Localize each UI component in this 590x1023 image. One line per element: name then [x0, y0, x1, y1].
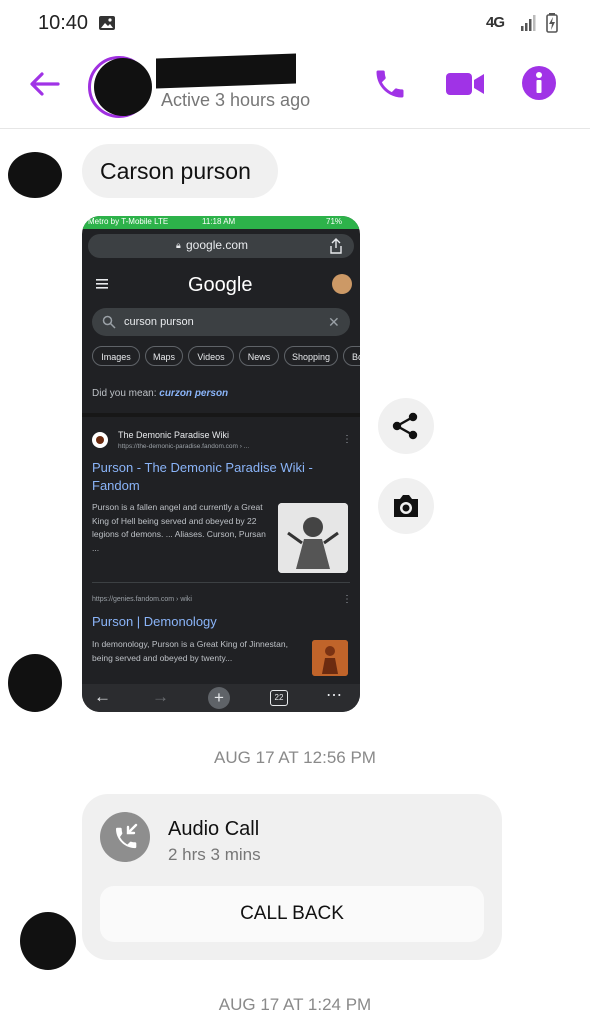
camera-button[interactable] [378, 478, 434, 534]
call-duration: 2 hrs 3 mins [168, 845, 261, 864]
search-query: curson purson [124, 316, 194, 328]
contact-avatar[interactable] [94, 58, 152, 116]
status-time: 10:40 [38, 12, 89, 34]
screenshot-carrier: Metro by T-Mobile LTE [88, 217, 169, 226]
did-you-mean-link: curzon person [159, 388, 229, 399]
new-tab-icon: + [208, 687, 230, 709]
sender-avatar[interactable] [8, 654, 62, 712]
chip-maps: Maps [145, 346, 183, 366]
active-status: Active 3 hours ago [161, 90, 311, 110]
chip-news: News [239, 346, 279, 366]
menu-icon [96, 279, 108, 289]
call-back-button[interactable]: CALL BACK [100, 886, 484, 942]
screenshot-browser-toolbar: ← → + 22 ⋯ [82, 684, 360, 712]
more-icon: ⋮ [342, 594, 352, 605]
gallery-icon [99, 16, 115, 30]
video-call-icon[interactable] [444, 68, 486, 100]
message-timestamp: AUG 17 AT 1:24 PM [218, 995, 372, 1014]
shared-screenshot-image[interactable]: Metro by T-Mobile LTE 11:18 AM 71% 🔒︎ go… [82, 216, 360, 712]
call-title: Audio Call [168, 818, 260, 840]
chip-images: Images [92, 346, 140, 366]
share-icon [330, 238, 342, 254]
result1-site: The Demonic Paradise Wiki [118, 430, 230, 440]
info-icon[interactable] [520, 64, 558, 102]
screenshot-battery: 71% [326, 217, 343, 226]
missed-call-icon [116, 823, 138, 849]
camera-icon [394, 495, 418, 517]
back-arrow-icon[interactable] [28, 70, 62, 98]
divider [92, 582, 350, 583]
network-indicator: 4G [486, 14, 505, 31]
back-icon: ← [94, 687, 111, 706]
call-icon-circle [100, 812, 150, 862]
share-button[interactable] [378, 398, 434, 454]
chip-shopping: Shopping [284, 346, 338, 366]
sender-avatar[interactable] [20, 912, 76, 970]
more-icon: ⋮ [342, 434, 352, 445]
did-you-mean: Did you mean: curzon person [92, 388, 228, 399]
screenshot-time: 11:18 AM [202, 217, 236, 226]
chip-books: Bo [343, 346, 360, 366]
share-icon [392, 412, 418, 440]
battery-charging-icon [546, 13, 558, 33]
signal-icon [521, 15, 536, 31]
result1-snippet: Purson is a fallen angel and currently a… [92, 502, 266, 553]
message-timestamp: AUG 17 AT 12:56 PM [214, 748, 376, 767]
site-favicon [92, 432, 108, 448]
divider [82, 413, 360, 417]
result2-url: https://genies.fandom.com › wiki [92, 596, 192, 603]
result1-url: https://the-demonic-paradise.fandom.com … [118, 443, 250, 450]
result2-thumbnail [312, 640, 348, 676]
contact-name-redacted[interactable] [156, 53, 296, 89]
more-icon: ⋯ [326, 687, 342, 704]
result2-snippet: In demonology, Purson is a Great King of… [92, 639, 288, 663]
forward-icon: → [152, 687, 169, 706]
profile-picture [332, 274, 352, 294]
clear-icon: ✕ [328, 314, 340, 330]
sender-avatar[interactable] [8, 152, 62, 198]
did-you-mean-label: Did you mean: [92, 388, 157, 399]
result1-thumbnail [278, 503, 348, 573]
search-icon [102, 315, 116, 329]
message-text: Carson purson [100, 158, 251, 184]
screenshot-status-bar: Metro by T-Mobile LTE 11:18 AM 71% [82, 216, 360, 229]
google-logo: Google [188, 274, 253, 296]
screenshot-url: google.com [186, 238, 249, 252]
chip-videos: Videos [188, 346, 234, 366]
lock-icon: 🔒︎ [176, 240, 181, 250]
result2-title: Purson | Demonology [92, 614, 217, 629]
tab-count: 22 [270, 690, 288, 706]
result1-title: Purson - The Demonic Paradise Wiki - Fan… [92, 460, 313, 493]
phone-call-icon[interactable] [372, 66, 408, 102]
